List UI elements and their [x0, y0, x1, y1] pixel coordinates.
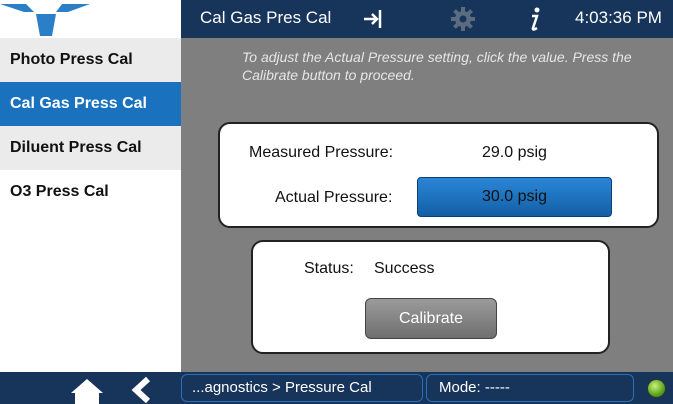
- instructions-text: To adjust the Actual Pressure setting, c…: [242, 49, 632, 83]
- actual-pressure-label: Actual Pressure:: [275, 189, 393, 206]
- gear-icon[interactable]: [448, 4, 478, 34]
- calibrate-button[interactable]: Calibrate: [365, 298, 497, 339]
- back-icon[interactable]: [126, 376, 156, 404]
- top-bar: Cal Gas Pres Cal 4:03:36 PM: [0, 0, 673, 38]
- status-led-icon: [647, 379, 666, 398]
- breadcrumb[interactable]: ...agnostics > Pressure Cal: [181, 374, 423, 402]
- status-label: Status:: [304, 260, 354, 277]
- clock: 4:03:36 PM: [575, 8, 662, 27]
- sidebar-item-photo-press-cal[interactable]: Photo Press Cal: [0, 38, 181, 82]
- status-value: Success: [374, 260, 435, 277]
- page-title: Cal Gas Pres Cal: [200, 8, 332, 27]
- exit-icon[interactable]: [358, 4, 388, 34]
- sidebar-item-diluent-press-cal[interactable]: Diluent Press Cal: [0, 126, 181, 170]
- sidebar: Photo Press Cal Cal Gas Press Cal Diluen…: [0, 38, 181, 372]
- logo-icon: [0, 0, 181, 38]
- info-icon[interactable]: [520, 4, 550, 34]
- measured-pressure-label: Measured Pressure:: [249, 144, 394, 161]
- mode-indicator: Mode: -----: [426, 374, 634, 402]
- sidebar-item-o3-press-cal[interactable]: O3 Press Cal: [0, 170, 181, 214]
- actual-pressure-button[interactable]: 30.0 psig: [417, 177, 612, 217]
- home-icon[interactable]: [68, 376, 106, 404]
- sidebar-item-cal-gas-press-cal[interactable]: Cal Gas Press Cal: [0, 82, 181, 126]
- measured-pressure-value: 29.0 psig: [482, 144, 547, 161]
